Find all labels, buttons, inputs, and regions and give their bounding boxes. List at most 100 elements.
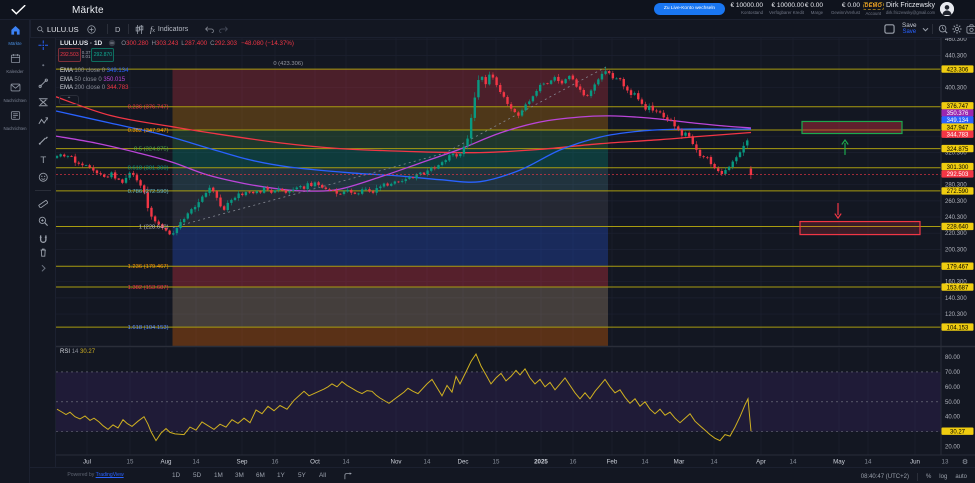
tool-dot-icon[interactable]	[36, 58, 50, 72]
svg-text:228.640: 228.640	[947, 225, 969, 231]
pattern-icon	[38, 116, 49, 127]
switch-to-live-account-button[interactable]: Zu Live-Konto wechseln	[654, 3, 725, 15]
buy-button[interactable]: 292.870	[91, 48, 114, 62]
range-1y[interactable]: 1Y	[275, 471, 287, 480]
sidebar-item-markte-0[interactable]: Märkte	[0, 23, 30, 46]
trading-platform: Märkte Zu Live-Konto wechseln € 10000.00…	[0, 0, 975, 483]
svg-text:120.300: 120.300	[945, 312, 967, 318]
bottom-bar: Powered by TradingView 1D5D1M3M6M1Y5YAll…	[30, 467, 975, 483]
svg-text:80.00: 80.00	[945, 355, 961, 361]
tool-pattern-icon[interactable]	[36, 114, 50, 128]
svg-text:May: May	[833, 459, 846, 466]
ema-100-legend[interactable]: EMA 100 close 0 349.134	[60, 68, 128, 74]
svg-text:344.783: 344.783	[947, 132, 969, 138]
price-chart[interactable]: 0 (423.306)0.236 (376.747)0.382 (347.947…	[56, 38, 975, 467]
svg-text:14: 14	[193, 459, 200, 466]
tool-magnet-icon[interactable]	[36, 232, 50, 246]
sidebar-item-nachrichten-2[interactable]: Nachrichten	[0, 80, 30, 103]
tool-trendline-icon[interactable]	[36, 76, 50, 90]
undo-button[interactable]	[204, 20, 214, 38]
svg-text:1.618 (104.153): 1.618 (104.153)	[128, 325, 169, 331]
user-avatar-icon	[940, 2, 954, 16]
compare-symbol-button[interactable]	[87, 20, 96, 38]
redo-button[interactable]	[219, 20, 229, 38]
series-title[interactable]: LULU.US · 1D	[60, 40, 102, 47]
svg-text:200.300: 200.300	[945, 247, 967, 253]
news-icon	[10, 110, 21, 121]
tool-emoji-icon[interactable]	[36, 170, 50, 184]
auto-scale-button[interactable]: auto	[955, 474, 967, 480]
sidebar-item-kalender-1[interactable]: Kalender	[0, 51, 30, 74]
svg-text:0 (423.306): 0 (423.306)	[273, 61, 303, 67]
collapse-circle-icon[interactable]	[108, 39, 116, 47]
ema-50-legend[interactable]: EMA 50 close 0 350.015	[60, 77, 125, 83]
tool-text-icon[interactable]: T	[36, 152, 50, 166]
drawing-tools-sidebar: T	[30, 38, 56, 467]
range-5y[interactable]: 5Y	[296, 471, 308, 480]
svg-text:0.236 (376.747): 0.236 (376.747)	[128, 105, 169, 111]
range-6m[interactable]: 6M	[254, 471, 267, 480]
svg-text:70.00: 70.00	[945, 370, 961, 376]
search-icon	[37, 26, 44, 33]
tool-ruler-icon[interactable]	[36, 196, 50, 210]
avatar[interactable]	[940, 2, 954, 16]
settings-button[interactable]	[952, 20, 962, 38]
sidebar-item-nachrichten-3[interactable]: Nachrichten	[0, 108, 30, 131]
rsi-legend[interactable]: RSI 14 30.27	[60, 349, 95, 355]
svg-text:140.300: 140.300	[945, 296, 967, 302]
time-axis-gear-icon[interactable]: ⚙	[962, 458, 968, 466]
text-icon: T	[38, 154, 49, 165]
ohlc-close-value: 292.303	[215, 40, 237, 47]
svg-text:Nov: Nov	[390, 459, 402, 466]
interval-button[interactable]: D	[115, 20, 120, 38]
calendar-icon	[10, 53, 21, 64]
svg-text:Oct: Oct	[310, 459, 320, 466]
save-menu-caret[interactable]	[922, 20, 929, 38]
layout-button[interactable]	[884, 20, 895, 38]
range-all[interactable]: All	[317, 471, 328, 480]
tool-trash-icon[interactable]	[36, 245, 50, 259]
svg-text:1 (228.640): 1 (228.640)	[139, 224, 169, 230]
stat-marge: € 0.00Marge	[805, 2, 823, 16]
svg-text:324.875: 324.875	[947, 147, 969, 153]
svg-text:153.687: 153.687	[947, 285, 969, 291]
ema-200-legend[interactable]: EMA 200 close 0 344.783	[60, 85, 128, 91]
range-5d[interactable]: 5D	[191, 471, 203, 480]
crosshair-icon	[38, 40, 49, 51]
svg-text:14: 14	[711, 459, 718, 466]
svg-text:40.00: 40.00	[945, 415, 961, 421]
screenshot-button[interactable]	[966, 20, 975, 38]
clock[interactable]: 08:40:47 (UTC+2)	[861, 474, 909, 480]
sell-button[interactable]: 292.503	[58, 48, 81, 62]
chart-type-button[interactable]	[135, 20, 144, 38]
svg-text:240.300: 240.300	[945, 215, 967, 221]
fib-icon	[38, 97, 49, 108]
tool-chevron-right-icon[interactable]	[36, 261, 50, 275]
svg-text:14: 14	[642, 459, 649, 466]
range-1m[interactable]: 1M	[212, 471, 225, 480]
tool-crosshair-icon[interactable]	[36, 38, 50, 52]
zoom-in-icon	[38, 216, 49, 227]
user-info[interactable]: Dirk Friczewskydirk.friczewsky@gmail.com	[886, 2, 935, 15]
chart-legend: LULU.US · 1D O300.280 H303.243 L287.400 …	[60, 39, 294, 47]
percent-scale-button[interactable]: %	[926, 474, 931, 480]
tool-brush-icon[interactable]	[36, 133, 50, 147]
range-3m[interactable]: 3M	[233, 471, 246, 480]
svg-text:13: 13	[942, 459, 949, 466]
tool-fib-icon[interactable]	[36, 95, 50, 109]
tradingview-link[interactable]: TradingView	[96, 472, 124, 478]
alert-button[interactable]	[938, 20, 948, 38]
brush-icon	[38, 135, 49, 146]
go-to-date-button[interactable]	[342, 471, 355, 483]
save-button[interactable]: Save Save	[902, 20, 917, 38]
symbol-search[interactable]: LULU.US	[37, 20, 79, 38]
indicators-button[interactable]: fx Indicators	[150, 20, 188, 38]
tool-zoom-in-icon[interactable]	[36, 214, 50, 228]
svg-text:1.382 (153.687): 1.382 (153.687)	[128, 285, 169, 291]
svg-text:179.467: 179.467	[947, 264, 969, 270]
account-type-badge[interactable]: DEMOAccount	[863, 2, 884, 16]
range-1d[interactable]: 1D	[170, 471, 182, 480]
svg-text:50.00: 50.00	[945, 400, 961, 406]
legend-collapse-button[interactable]: ⌃	[59, 95, 79, 105]
log-scale-button[interactable]: log	[939, 474, 947, 480]
